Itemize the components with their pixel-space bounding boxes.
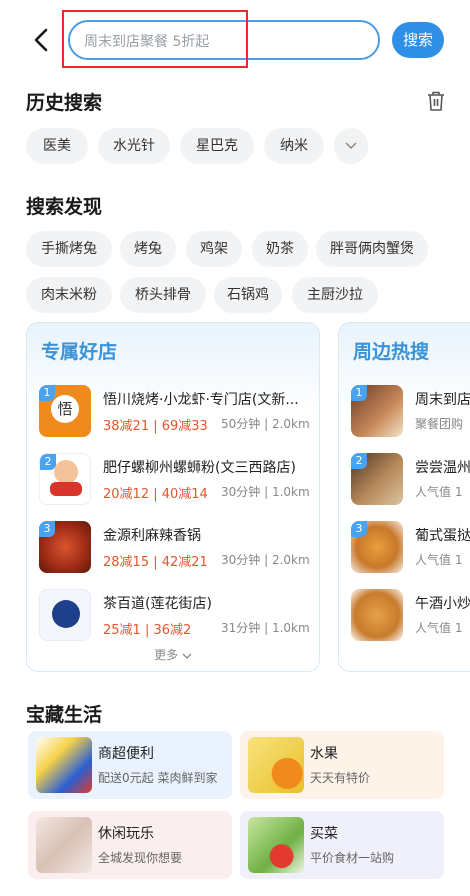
shop-name: 茶百道(莲花街店) xyxy=(103,596,212,612)
discover-chip[interactable]: 奶茶 xyxy=(252,231,308,267)
tile-title: 水果 xyxy=(310,746,338,762)
tile-title: 买菜 xyxy=(310,826,338,842)
tile-sub: 配送0元起 菜肉鲜到家 xyxy=(98,771,218,785)
exclusive-title: 专属好店 xyxy=(41,341,118,363)
shop-name: 金源利麻辣香锅 xyxy=(103,528,201,544)
chevron-down-icon xyxy=(182,653,192,659)
search-button[interactable]: 搜索 xyxy=(392,22,444,58)
shop-row[interactable]: 3 金源利麻辣香锅 28减15 | 42减21 30分钟 | 2.0km xyxy=(39,521,319,577)
nearby-row[interactable]: 午酒小炒 人气值 1 xyxy=(351,589,470,645)
tile-sub: 全城发现你想要 xyxy=(98,851,183,865)
tile-sub: 平价食材一站购 xyxy=(310,851,395,865)
nearby-title: 周边热搜 xyxy=(353,341,430,363)
shop-meta: 31分钟 | 1.0km xyxy=(221,621,310,635)
shop-thumbnail: 2 xyxy=(39,453,91,505)
shop-name: 悟川烧烤·小龙虾·专门店(文新... xyxy=(103,392,299,408)
nearby-name: 尝尝温州 xyxy=(415,460,470,476)
rank-badge: 3 xyxy=(39,521,55,537)
nearby-sub: 人气值 1 xyxy=(415,485,463,499)
rank-badge: 3 xyxy=(351,521,367,537)
shop-meta: 30分钟 | 1.0km xyxy=(221,485,310,499)
nearby-sub: 聚餐团购 xyxy=(415,417,464,431)
nearby-name: 葡式蛋挞 xyxy=(415,528,470,544)
tile-supermarket[interactable]: 商超便利 配送0元起 菜肉鲜到家 xyxy=(28,731,232,799)
history-chip[interactable]: 水光针 xyxy=(98,128,170,164)
leisure-image xyxy=(36,817,92,873)
expand-history-button[interactable] xyxy=(334,128,368,164)
nearby-thumbnail: 1 xyxy=(351,385,403,437)
shop-row[interactable]: 2 肥仔螺柳州螺蛳粉(文三西路店) 20减12 | 40减14 30分钟 | 1… xyxy=(39,453,319,509)
more-label: 更多 xyxy=(154,648,179,662)
nearby-sub: 人气值 1 xyxy=(415,621,463,635)
shop-deal: 20减12 | 40减14 xyxy=(103,487,208,502)
discover-title: 搜索发现 xyxy=(26,196,103,218)
supermarket-image xyxy=(36,737,92,793)
nearby-sub: 人气值 1 xyxy=(415,553,463,567)
search-header: 周末到店聚餐 5折起 搜索 xyxy=(0,0,470,80)
nearby-thumbnail xyxy=(351,589,403,641)
shop-thumbnail xyxy=(39,589,91,641)
nearby-thumbnail: 3 xyxy=(351,521,403,573)
nearby-thumbnail: 2 xyxy=(351,453,403,505)
discover-chip[interactable]: 桥头排骨 xyxy=(120,277,206,313)
shop-name: 肥仔螺柳州螺蛳粉(文三西路店) xyxy=(103,460,296,476)
logo-glyph: 悟 xyxy=(51,395,79,423)
history-chip[interactable]: 医美 xyxy=(26,128,88,164)
grocery-image xyxy=(248,817,304,873)
tile-fruit[interactable]: 水果 天天有特价 xyxy=(240,731,444,799)
shop-row[interactable]: 茶百道(莲花街店) 25减1 | 36减2 31分钟 | 1.0km xyxy=(39,589,319,645)
shop-deal: 25减1 | 36减2 xyxy=(103,623,192,638)
discover-chip[interactable]: 主厨沙拉 xyxy=(292,277,378,313)
tile-title: 商超便利 xyxy=(98,746,154,762)
nearby-row[interactable]: 3 葡式蛋挞 人气值 1 xyxy=(351,521,470,577)
nearby-row[interactable]: 2 尝尝温州 人气值 1 xyxy=(351,453,470,509)
nearby-hot-card: 周边热搜 1 周末到店 聚餐团购 2 尝尝温州 人气值 1 3 葡式蛋挞 人气值… xyxy=(338,322,470,672)
back-arrow-icon[interactable] xyxy=(28,26,56,54)
discover-chip[interactable]: 肉末米粉 xyxy=(26,277,112,313)
treasure-title: 宝藏生活 xyxy=(26,704,103,726)
shop-deal: 38减21 | 69减33 xyxy=(103,419,208,434)
discover-chip[interactable]: 手撕烤兔 xyxy=(26,231,112,267)
tile-leisure[interactable]: 休闲玩乐 全城发现你想要 xyxy=(28,811,232,879)
tile-grocery[interactable]: 买菜 平价食材一站购 xyxy=(240,811,444,879)
trash-icon[interactable] xyxy=(426,90,446,112)
shop-thumbnail: 悟 1 xyxy=(39,385,91,437)
rank-badge: 1 xyxy=(351,385,367,401)
more-link[interactable]: 更多 xyxy=(27,646,319,663)
shop-deal: 28减15 | 42减21 xyxy=(103,555,208,570)
shop-row[interactable]: 悟 1 悟川烧烤·小龙虾·专门店(文新... 38减21 | 69减33 50分… xyxy=(39,385,319,441)
nearby-row[interactable]: 1 周末到店 聚餐团购 xyxy=(351,385,470,441)
discover-chip[interactable]: 鸡架 xyxy=(186,231,242,267)
shop-thumbnail: 3 xyxy=(39,521,91,573)
discover-chip[interactable]: 胖哥俩肉蟹煲 xyxy=(316,231,428,267)
rank-badge: 2 xyxy=(40,454,56,470)
discover-chip[interactable]: 石锅鸡 xyxy=(214,277,282,313)
rank-badge: 2 xyxy=(351,453,367,469)
tile-title: 休闲玩乐 xyxy=(98,826,154,842)
discover-chip[interactable]: 烤兔 xyxy=(120,231,176,267)
tile-sub: 天天有特价 xyxy=(310,771,371,785)
exclusive-shops-card: 专属好店 悟 1 悟川烧烤·小龙虾·专门店(文新... 38减21 | 69减3… xyxy=(26,322,320,672)
history-title: 历史搜索 xyxy=(26,92,103,114)
nearby-name: 周末到店 xyxy=(415,392,470,408)
highlight-box xyxy=(62,10,248,68)
rank-badge: 1 xyxy=(39,385,55,401)
shop-meta: 30分钟 | 2.0km xyxy=(221,553,310,567)
history-chip[interactable]: 星巴克 xyxy=(180,128,254,164)
history-chip[interactable]: 纳米 xyxy=(264,128,324,164)
shop-meta: 50分钟 | 2.0km xyxy=(221,417,310,431)
chevron-down-icon xyxy=(345,142,357,150)
nearby-name: 午酒小炒 xyxy=(415,596,470,612)
fruit-image xyxy=(248,737,304,793)
